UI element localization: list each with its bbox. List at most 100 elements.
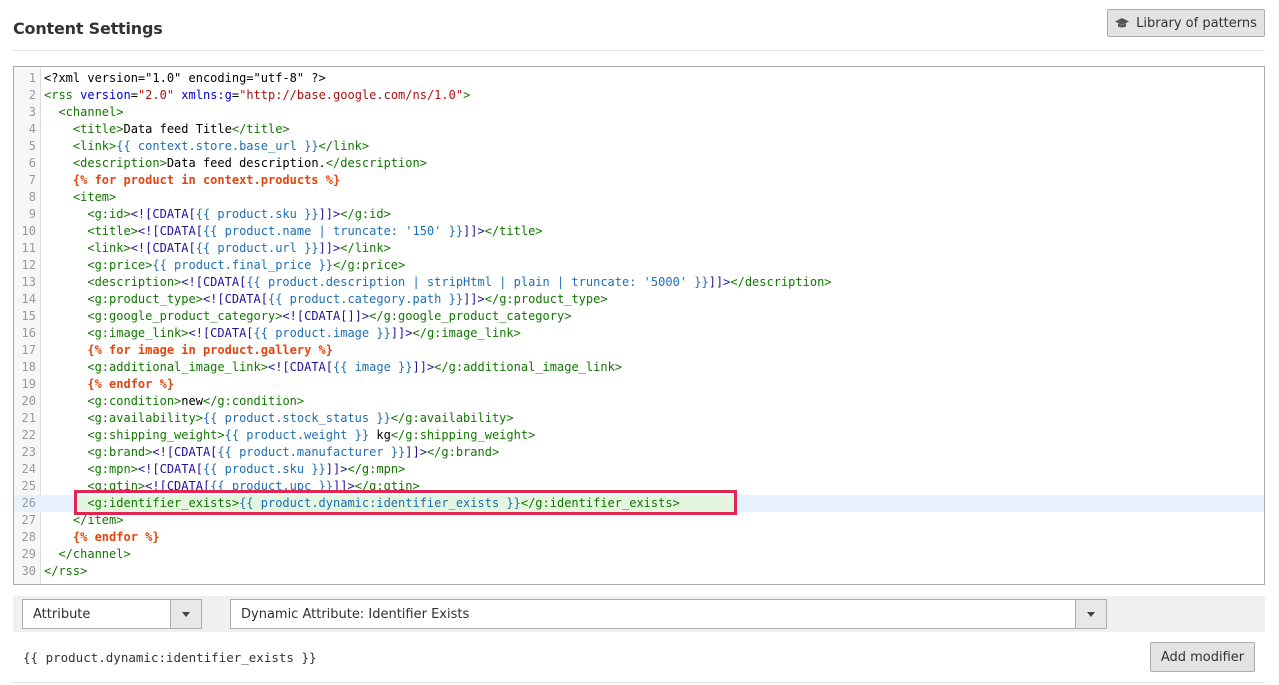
code-text: <g:shipping_weight>{{ product.weight }} …: [44, 427, 1264, 444]
code-token: ]]>: [412, 360, 435, 374]
code-line[interactable]: 22 <g:shipping_weight>{{ product.weight …: [14, 427, 1264, 444]
code-text: <rss version="2.0" xmlns:g="http://base.…: [44, 87, 1264, 104]
code-token: </g:availability>: [390, 411, 514, 425]
code-token: {{ product.image }}: [253, 326, 391, 340]
type-select[interactable]: Attribute: [22, 599, 202, 629]
code-line[interactable]: 24 <g:mpn><![CDATA[{{ product.sku }}]]><…: [14, 461, 1264, 478]
line-number: 29: [21, 547, 36, 561]
code-text: {% for product in context.products %}: [44, 172, 1264, 189]
code-token: {{ product.url }}: [195, 241, 319, 255]
code-token: {{ product.category.path }}: [267, 292, 464, 306]
code-token: </g:gtin>: [354, 479, 420, 493]
code-line[interactable]: 29 </channel>: [14, 546, 1264, 563]
code-line[interactable]: 20 <g:condition>new</g:condition>: [14, 393, 1264, 410]
code-token: <g:shipping_weight>: [44, 428, 225, 442]
code-line[interactable]: 18 <g:additional_image_link><![CDATA[{{ …: [14, 359, 1264, 376]
library-of-patterns-button[interactable]: Library of patterns: [1107, 9, 1265, 37]
code-token: <g:image_link>: [44, 326, 189, 340]
line-number: 24: [21, 462, 36, 476]
code-token: xmlns:g: [181, 88, 232, 102]
code-token: ]]>: [390, 326, 413, 340]
line-number: 17: [21, 343, 36, 357]
code-line[interactable]: 26 <g:identifier_exists>{{ product.dynam…: [14, 495, 1264, 512]
code-text: <title>Data feed Title</title>: [44, 121, 1264, 138]
code-line[interactable]: 25 <g:gtin><![CDATA[{{ product.upc }}]]>…: [14, 478, 1264, 495]
code-line[interactable]: 3 <channel>: [14, 104, 1264, 121]
pattern-preview-text: {{ product.dynamic:identifier_exists }}: [23, 650, 317, 665]
code-line[interactable]: 27 </item>: [14, 512, 1264, 529]
code-token: {% endfor %}: [44, 377, 175, 391]
code-line[interactable]: 23 <g:brand><![CDATA[{{ product.manufact…: [14, 444, 1264, 461]
code-line[interactable]: 11 <link><![CDATA[{{ product.url }}]]></…: [14, 240, 1264, 257]
code-text: </item>: [44, 512, 1264, 529]
code-token: </channel>: [44, 547, 131, 561]
line-number: 11: [21, 241, 36, 255]
code-text: <g:brand><![CDATA[{{ product.manufacture…: [44, 444, 1264, 461]
line-number: 27: [21, 513, 36, 527]
code-token: {{ product.dynamic:identifier_exists }}: [239, 496, 521, 510]
code-token: <g:google_product_category>: [44, 309, 283, 323]
code-token: <![CDATA[: [130, 241, 196, 255]
code-text: {% for image in product.gallery %}: [44, 342, 1264, 359]
code-line[interactable]: 16 <g:image_link><![CDATA[{{ product.ima…: [14, 325, 1264, 342]
code-token: {{ product.final_price }}: [152, 258, 333, 272]
code-line[interactable]: 13 <description><![CDATA[{{ product.desc…: [14, 274, 1264, 291]
code-token: {{ product.name | truncate: '150' }}: [202, 224, 464, 238]
line-number: 19: [21, 377, 36, 391]
code-line[interactable]: 1 <?xml version="1.0" encoding="utf-8" ?>: [14, 70, 1264, 87]
code-line[interactable]: 19 {% endfor %}: [14, 376, 1264, 393]
line-number: 1: [28, 71, 36, 85]
code-text: <title><![CDATA[{{ product.name | trunca…: [44, 223, 1264, 240]
code-line[interactable]: 7 {% for product in context.products %}: [14, 172, 1264, 189]
code-text: {% endfor %}: [44, 529, 1264, 546]
code-token: {{ context.store.base_url }}: [116, 139, 319, 153]
code-line[interactable]: 21 <g:availability>{{ product.stock_stat…: [14, 410, 1264, 427]
line-number: 15: [21, 309, 36, 323]
line-number: 2: [28, 88, 36, 102]
code-line[interactable]: 15 <g:google_product_category><![CDATA[]…: [14, 308, 1264, 325]
line-number: 25: [21, 479, 36, 493]
line-number: 8: [28, 190, 36, 204]
code-line[interactable]: 12 <g:price>{{ product.final_price }}</g…: [14, 257, 1264, 274]
code-line[interactable]: 6 <description>Data feed description.</d…: [14, 155, 1264, 172]
code-token: ]]>: [325, 462, 348, 476]
code-text: <g:image_link><![CDATA[{{ product.image …: [44, 325, 1264, 342]
code-token: version: [80, 88, 131, 102]
code-token: <channel>: [44, 105, 124, 119]
code-line[interactable]: 8 <item>: [14, 189, 1264, 206]
code-token: <![CDATA[: [267, 360, 333, 374]
code-token: {{ product.stock_status }}: [202, 411, 391, 425]
code-token: <g:gtin>: [44, 479, 146, 493]
code-line[interactable]: 5 <link>{{ context.store.base_url }}</li…: [14, 138, 1264, 155]
code-token: <g:mpn>: [44, 462, 138, 476]
code-line[interactable]: 28 {% endfor %}: [14, 529, 1264, 546]
code-token: </g:image_link>: [412, 326, 521, 340]
code-token: <description>: [44, 275, 182, 289]
code-line[interactable]: 4 <title>Data feed Title</title>: [14, 121, 1264, 138]
chevron-down-icon[interactable]: [1075, 600, 1106, 628]
code-token: <g:id>: [44, 207, 131, 221]
code-line[interactable]: 14 <g:product_type><![CDATA[{{ product.c…: [14, 291, 1264, 308]
code-token: new: [181, 394, 203, 408]
code-line[interactable]: 17 {% for image in product.gallery %}: [14, 342, 1264, 359]
add-modifier-button[interactable]: Add modifier: [1150, 642, 1255, 672]
code-line[interactable]: 10 <title><![CDATA[{{ product.name | tru…: [14, 223, 1264, 240]
code-token: </g:shipping_weight>: [390, 428, 536, 442]
code-line[interactable]: 30 </rss>: [14, 563, 1264, 580]
code-token: <link>: [44, 139, 117, 153]
code-token: </title>: [484, 224, 543, 238]
code-token: <![CDATA[: [181, 275, 247, 289]
chevron-down-icon[interactable]: [170, 600, 201, 628]
code-token: {{ product.sku }}: [202, 462, 326, 476]
code-line[interactable]: 2 <rss version="2.0" xmlns:g="http://base…: [14, 87, 1264, 104]
line-number: 30: [21, 564, 36, 578]
code-lines[interactable]: 1 <?xml version="1.0" encoding="utf-8" ?>…: [14, 70, 1264, 580]
code-token: {{ image }}: [333, 360, 413, 374]
code-token: kg: [369, 428, 391, 442]
code-text: <item>: [44, 189, 1264, 206]
line-number: 20: [21, 394, 36, 408]
code-line[interactable]: 9 <g:id><![CDATA[{{ product.sku }}]]></g…: [14, 206, 1264, 223]
graduation-cap-icon: [1115, 17, 1130, 29]
attribute-select[interactable]: Dynamic Attribute: Identifier Exists: [230, 599, 1107, 629]
code-editor[interactable]: 1 <?xml version="1.0" encoding="utf-8" ?>…: [13, 66, 1265, 585]
